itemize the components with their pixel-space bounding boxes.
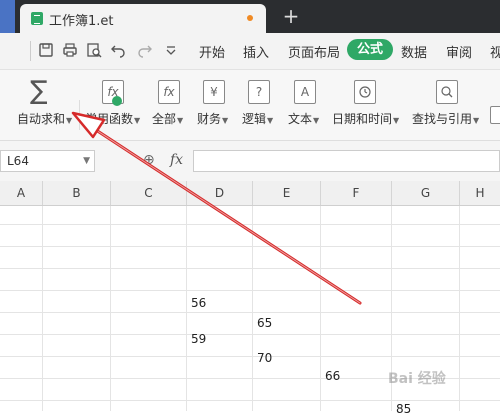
grid-line xyxy=(0,400,500,401)
lookup-button[interactable]: 查找与引用▼ xyxy=(412,110,479,127)
autosum-button[interactable]: 自动求和▼ xyxy=(17,110,72,127)
lookup-label: 查找与引用 xyxy=(412,112,473,126)
grid-line xyxy=(110,206,111,411)
cell-e-value[interactable]: 70 xyxy=(257,351,272,365)
cell-d-value[interactable]: 56 xyxy=(191,296,206,310)
grid-line xyxy=(0,290,500,291)
watermark: Bai 经验 xyxy=(388,371,446,387)
cell-d-value[interactable]: 59 xyxy=(191,332,206,346)
autosum-sigma-icon[interactable]: ∑ xyxy=(30,78,48,104)
formula-bar: L64 ▼ ⊕ fx xyxy=(0,141,500,181)
column-header-g[interactable]: G xyxy=(392,181,460,205)
ribbon-divider xyxy=(79,100,80,130)
grid-line xyxy=(459,206,460,411)
grid-line xyxy=(186,206,187,411)
autosum-label: 自动求和 xyxy=(17,112,66,126)
cell-g-value[interactable]: 85 xyxy=(396,402,411,416)
logic-icon[interactable]: ? xyxy=(248,80,270,104)
document-tab-title: 工作簿1.et xyxy=(49,14,114,29)
spreadsheet-icon xyxy=(31,12,43,25)
redo-icon[interactable] xyxy=(137,42,153,58)
all-functions-label: 全部 xyxy=(152,112,177,126)
print-preview-icon[interactable] xyxy=(86,42,102,58)
chevron-down-icon: ▼ xyxy=(66,116,73,125)
logic-button[interactable]: 逻辑▼ xyxy=(242,110,273,127)
grid-line xyxy=(0,246,500,247)
column-header-row: A B C D E F G H xyxy=(0,181,500,206)
formula-ribbon: ∑ 自动求和▼ fx 常用函数▼ fx 全部▼ ¥ 财务▼ ? 逻辑▼ A 文本… xyxy=(0,70,500,141)
column-header-c[interactable]: C xyxy=(111,181,187,205)
common-functions-button[interactable]: 常用函数▼ xyxy=(85,110,140,127)
text-functions-icon[interactable]: A xyxy=(294,80,316,104)
all-functions-button[interactable]: 全部▼ xyxy=(152,110,183,127)
grid-line xyxy=(0,268,500,269)
column-header-f[interactable]: F xyxy=(321,181,392,205)
grid-line xyxy=(0,356,500,357)
window-edge-strip xyxy=(0,0,15,33)
datetime-button[interactable]: 日期和时间▼ xyxy=(332,110,399,127)
chevron-down-icon: ▼ xyxy=(134,116,141,125)
more-functions-icon[interactable] xyxy=(490,106,500,124)
chevron-down-icon: ▼ xyxy=(267,116,274,125)
datetime-icon[interactable] xyxy=(354,80,376,104)
menu-start[interactable]: 开始 xyxy=(199,42,225,61)
chevron-down-icon[interactable]: ▼ xyxy=(83,151,90,171)
column-header-b[interactable]: B xyxy=(43,181,111,205)
name-box-value: L64 xyxy=(7,154,29,168)
star-badge-icon xyxy=(112,96,122,106)
finance-icon[interactable]: ¥ xyxy=(203,80,225,104)
grid-line xyxy=(42,206,43,411)
unsaved-dot-icon xyxy=(247,15,253,21)
finance-label: 财务 xyxy=(197,112,222,126)
undo-icon[interactable] xyxy=(110,42,126,58)
zoom-icon[interactable]: ⊕ xyxy=(143,152,155,168)
column-header-h[interactable]: H xyxy=(460,181,500,205)
save-icon[interactable] xyxy=(38,42,54,58)
menu-data[interactable]: 数据 xyxy=(401,42,427,61)
chevron-down-icon: ▼ xyxy=(473,116,480,125)
text-functions-label: 文本 xyxy=(288,112,313,126)
grid-line xyxy=(0,334,500,335)
menu-row: 开始 插入 页面布局 公式 数据 审阅 视 xyxy=(0,33,500,70)
print-icon[interactable] xyxy=(62,42,78,58)
common-functions-label: 常用函数 xyxy=(85,112,134,126)
formula-input[interactable] xyxy=(193,150,500,172)
customize-quick-access-icon[interactable] xyxy=(163,42,179,58)
name-box[interactable]: L64 ▼ xyxy=(0,150,95,172)
chevron-down-icon: ▼ xyxy=(393,116,400,125)
menu-insert[interactable]: 插入 xyxy=(243,42,269,61)
menu-page-layout[interactable]: 页面布局 xyxy=(288,42,340,61)
menu-separator xyxy=(30,41,31,61)
lookup-icon[interactable] xyxy=(436,80,458,104)
text-functions-button[interactable]: 文本▼ xyxy=(288,110,319,127)
cell-e-value[interactable]: 65 xyxy=(257,316,272,330)
column-header-a[interactable]: A xyxy=(0,181,43,205)
cell-f-value[interactable]: 66 xyxy=(325,369,340,383)
document-tab[interactable]: 工作簿1.et xyxy=(20,4,266,33)
grid-line xyxy=(0,312,500,313)
menu-view[interactable]: 视 xyxy=(490,42,500,61)
all-functions-icon[interactable]: fx xyxy=(158,80,180,104)
grid-line xyxy=(252,206,253,411)
chevron-down-icon: ▼ xyxy=(177,116,184,125)
insert-function-icon[interactable]: fx xyxy=(170,152,183,168)
column-header-d[interactable]: D xyxy=(187,181,253,205)
grid-line xyxy=(0,224,500,225)
datetime-label: 日期和时间 xyxy=(332,112,393,126)
grid-line xyxy=(320,206,321,411)
finance-button[interactable]: 财务▼ xyxy=(197,110,228,127)
column-header-e[interactable]: E xyxy=(253,181,321,205)
menu-formulas[interactable]: 公式 xyxy=(347,39,394,60)
new-tab-button[interactable]: + xyxy=(280,3,302,29)
logic-label: 逻辑 xyxy=(242,112,267,126)
chevron-down-icon: ▼ xyxy=(222,116,229,125)
menu-review[interactable]: 审阅 xyxy=(446,42,472,61)
tab-bar: 工作簿1.et + xyxy=(0,0,500,33)
chevron-down-icon: ▼ xyxy=(313,116,320,125)
